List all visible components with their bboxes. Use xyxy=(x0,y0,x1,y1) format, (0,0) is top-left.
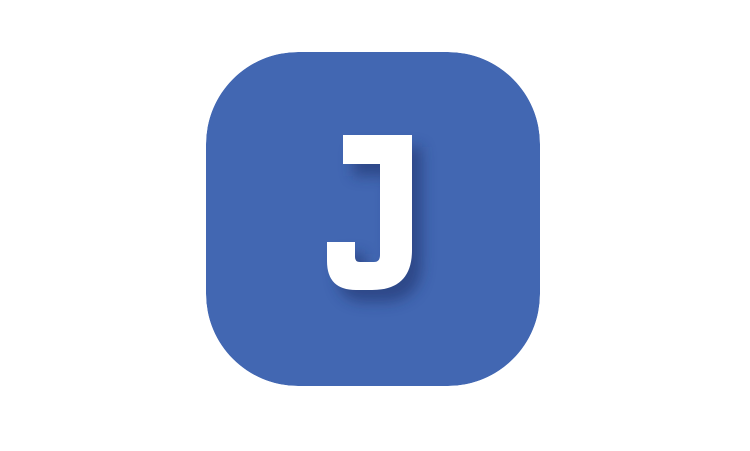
icon-background xyxy=(206,52,540,386)
j-letter-icon xyxy=(206,52,540,386)
canvas xyxy=(0,0,750,451)
app-icon xyxy=(206,52,540,386)
